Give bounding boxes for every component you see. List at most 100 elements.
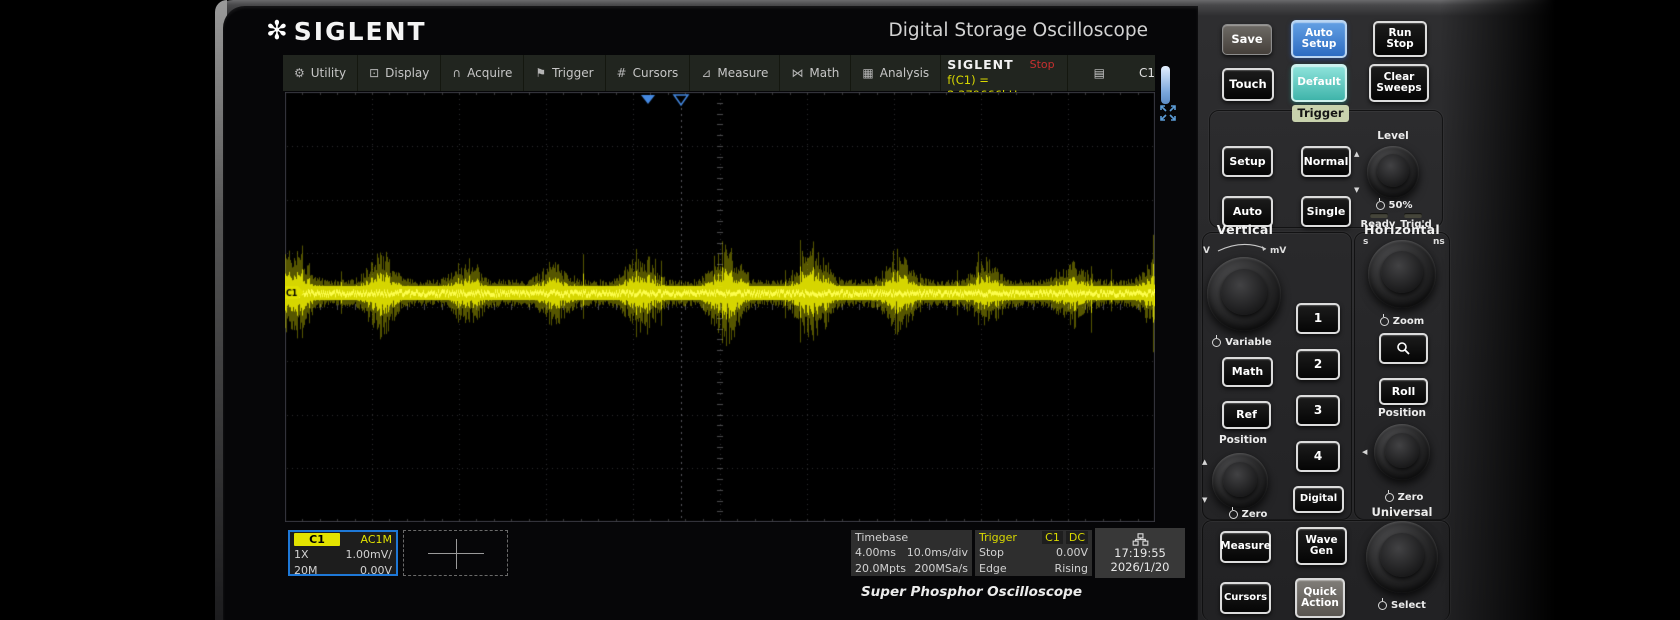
cursors-button[interactable]: Cursors <box>1220 582 1271 614</box>
zero-text: Zero <box>1242 509 1268 520</box>
channel1-status-box[interactable]: C1 AC1M 1X 1.00mV/ 20M 0.00V <box>288 530 398 576</box>
touch-button[interactable]: Touch <box>1222 68 1274 101</box>
push-knob-icon <box>1378 601 1387 610</box>
measure-button[interactable]: Measure <box>1220 531 1271 563</box>
gear-icon: ⚙ <box>294 66 305 80</box>
screenshot-stage: ✻ SIGLENT Digital Storage Oscilloscope ⚙… <box>0 0 1680 620</box>
push-knob-icon <box>1376 201 1385 210</box>
probe-attenuation: 1X <box>294 548 309 561</box>
ruler-icon: ⊿ <box>701 66 711 80</box>
brand-logo: ✻ SIGLENT <box>266 14 427 48</box>
channel-name-chip: C1 <box>294 533 340 546</box>
menu-label: Cursors <box>633 66 679 80</box>
vertical-group-title: Vertical <box>1210 222 1280 237</box>
vertical-scale-knob[interactable] <box>1207 257 1281 331</box>
channel-offset: 0.00V <box>360 564 392 577</box>
channel-2-button[interactable]: 2 <box>1296 349 1340 380</box>
menu-label: Analysis <box>880 66 929 80</box>
vertical-position-label: Position <box>1212 434 1274 446</box>
active-channel-label[interactable]: C1 <box>1139 66 1155 80</box>
menu-label: Display <box>385 66 429 80</box>
trigger-status-box[interactable]: Trigger C1DC Stop 0.00V Edge Rising <box>975 530 1092 576</box>
clock-box[interactable]: 17:19:55 2026/1/20 <box>1095 528 1185 578</box>
menu-brand: SIGLENT <box>947 57 1013 72</box>
zero-text: Zero <box>1398 492 1424 503</box>
horizontal-scale-knob[interactable] <box>1368 240 1436 308</box>
display-scrollbar[interactable] <box>1161 66 1170 104</box>
vertical-position-knob[interactable] <box>1212 453 1268 509</box>
push-knob-icon <box>1212 338 1221 347</box>
decode-list-icon[interactable]: ▤ <box>1094 66 1105 80</box>
flag-icon: ⚑ <box>535 66 546 80</box>
menu-item-cursors[interactable]: # Cursors <box>606 55 691 91</box>
menu-item-display[interactable]: ⊡ Display <box>358 55 441 91</box>
clear-sweeps-button[interactable]: Clear Sweeps <box>1369 64 1429 102</box>
quick-action-button[interactable]: Quick Action <box>1295 578 1345 618</box>
trigger-title: Trigger <box>979 531 1017 544</box>
trigger-level-knob[interactable] <box>1367 146 1419 198</box>
universal-knob[interactable] <box>1366 521 1438 593</box>
horizontal-position-knob[interactable] <box>1374 424 1430 480</box>
arrow-down-icon: ▼ <box>1202 496 1207 504</box>
push-knob-icon <box>1385 493 1394 502</box>
default-button[interactable]: Default <box>1291 64 1347 102</box>
arrow-up-icon: ▲ <box>1354 150 1359 158</box>
acquire-icon: ∩ <box>452 66 461 80</box>
expand-fullscreen-icon[interactable] <box>1157 102 1179 124</box>
universal-label: Universal <box>1368 505 1436 519</box>
horizontal-position-label: Position <box>1372 407 1432 419</box>
timebase-status-box[interactable]: Timebase 4.00ms 10.0ms/div 20.0Mpts 200M… <box>851 530 972 576</box>
wave-gen-button[interactable]: Wave Gen <box>1296 527 1347 565</box>
horizontal-group-title: Horizontal <box>1360 222 1444 237</box>
zoom-magnifier-button[interactable] <box>1379 333 1428 364</box>
select-label: Select <box>1374 600 1430 611</box>
menu-label: Acquire <box>467 66 512 80</box>
digital-button[interactable]: Digital <box>1293 486 1344 513</box>
trigger-coupling: DC <box>1066 531 1088 544</box>
trigger-single-button[interactable]: Single <box>1301 196 1351 227</box>
channel-3-button[interactable]: 3 <box>1296 395 1340 426</box>
menu-item-math[interactable]: ⋈ Math <box>780 55 851 91</box>
menu-item-utility[interactable]: ⚙ Utility <box>283 55 358 91</box>
menu-item-measure[interactable]: ⊿ Measure <box>690 55 780 91</box>
run-stop-button[interactable]: Run Stop <box>1373 21 1427 57</box>
trigger-setup-button[interactable]: Setup <box>1222 146 1273 177</box>
arrow-up-icon: ▲ <box>1202 458 1207 466</box>
channel-4-button[interactable]: 4 <box>1296 441 1340 472</box>
trigger-status: Stop <box>979 546 1004 559</box>
math-button[interactable]: Math <box>1222 357 1273 387</box>
variable-text: Variable <box>1225 337 1271 348</box>
bandwidth-limit: 20M <box>294 564 318 577</box>
trigger-normal-button[interactable]: Normal <box>1301 146 1351 177</box>
horizontal-min-label: s <box>1363 237 1368 247</box>
screen-title: Digital Storage Oscilloscope <box>820 20 1148 41</box>
channel-coupling: AC1M <box>360 533 392 546</box>
roll-button[interactable]: Roll <box>1379 378 1428 405</box>
vertical-min-label: V <box>1203 246 1210 256</box>
push-knob-icon <box>1380 317 1389 326</box>
ref-button[interactable]: Ref <box>1222 401 1271 429</box>
save-button[interactable]: Save <box>1222 24 1272 55</box>
variable-label: Variable <box>1210 337 1274 348</box>
trigger-level-label: Level <box>1368 130 1418 142</box>
sample-rate: 200MSa/s <box>914 562 968 575</box>
menu-label: Utility <box>311 66 346 80</box>
menu-item-acquire[interactable]: ∩ Acquire <box>441 55 524 91</box>
auto-setup-button[interactable]: Auto Setup <box>1291 20 1347 58</box>
channel-1-button[interactable]: 1 <box>1296 303 1340 334</box>
plus-icon <box>456 539 457 569</box>
menu-item-analysis[interactable]: ▦ Analysis <box>851 55 941 91</box>
vertical-max-label: mV <box>1270 246 1286 256</box>
empty-channel-slot[interactable] <box>403 530 508 576</box>
pct-label: 50% <box>1389 200 1413 211</box>
menu-item-trigger[interactable]: ⚑ Trigger <box>524 55 605 91</box>
menu-label: Measure <box>717 66 768 80</box>
trigd-led <box>1404 213 1422 218</box>
menu-label: Math <box>809 66 839 80</box>
waveform-display <box>285 92 1155 522</box>
trigger-slope: Rising <box>1055 562 1088 575</box>
acquisition-status-block[interactable]: SIGLENT Stop f(C1) = 2.379666kHz <box>941 55 1067 91</box>
menu-label: Trigger <box>552 66 593 80</box>
select-text: Select <box>1391 600 1426 611</box>
trigger-group-label: Trigger <box>1292 105 1349 122</box>
